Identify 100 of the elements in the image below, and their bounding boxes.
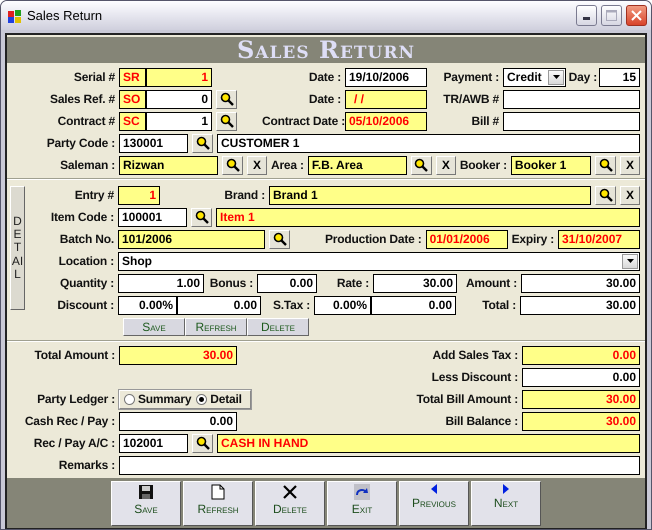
date-field[interactable]: / / (345, 90, 427, 108)
contract-date-field[interactable]: 05/10/2006 (345, 112, 427, 130)
sales-ref-field[interactable]: 0 (146, 90, 212, 108)
clear-button[interactable]: X (620, 186, 640, 204)
maximize-button[interactable] (601, 5, 622, 26)
app-icon (7, 8, 23, 24)
day-field[interactable]: 15 (599, 68, 640, 86)
cash-field[interactable]: 0.00 (119, 412, 237, 430)
quantity-field[interactable]: 1.00 (118, 274, 204, 292)
total-bill-field[interactable]: 30.00 (522, 390, 640, 408)
radio-label[interactable]: Detail (210, 392, 242, 406)
field-label: Expiry : (512, 232, 554, 246)
action-button[interactable]: Refresh (185, 318, 247, 336)
party-name-field[interactable]: CUSTOMER 1 (217, 134, 640, 152)
search-icon (194, 210, 208, 224)
tr-awb-field[interactable] (503, 90, 640, 108)
field-label: Payment : (442, 70, 499, 84)
search-icon (220, 114, 234, 128)
field-label: Total : (481, 298, 516, 312)
close-button[interactable] (626, 5, 647, 26)
account-name-field[interactable]: CASH IN HAND (217, 434, 640, 452)
field-label: Area : (271, 158, 304, 172)
exit-button[interactable]: Exit (327, 480, 397, 526)
delete-button[interactable]: Delete (255, 480, 325, 526)
total-field[interactable]: 30.00 (520, 296, 640, 314)
rate-field[interactable]: 30.00 (373, 274, 457, 292)
bill-balance-field[interactable]: 30.00 (522, 412, 640, 430)
clear-button[interactable]: X (620, 156, 640, 174)
next-button[interactable]: Next (471, 480, 541, 526)
search-icon (598, 158, 612, 172)
search-button[interactable] (191, 208, 212, 226)
search-button[interactable] (595, 156, 616, 174)
amount-field[interactable]: 30.00 (521, 274, 640, 292)
caret-icon (552, 75, 560, 79)
tax-percent-field[interactable]: 0.00% (314, 296, 371, 314)
clear-button[interactable]: X (247, 156, 267, 174)
search-button[interactable] (216, 90, 237, 108)
discount-percent-field[interactable]: 0.00% (118, 296, 177, 314)
field-label: Party Ledger : (36, 392, 115, 406)
caret-icon (626, 259, 634, 263)
account-code-field[interactable]: 102001 (119, 434, 188, 452)
action-button[interactable]: Delete (247, 318, 309, 336)
search-icon (226, 158, 240, 172)
batch-field[interactable]: 101/2006 (118, 230, 265, 248)
field-label: Discount : (56, 298, 114, 312)
production-date-field[interactable]: 01/01/2006 (426, 230, 508, 248)
radio-label[interactable]: Summary (138, 392, 192, 406)
total-amount-field[interactable]: 30.00 (119, 346, 237, 364)
field-label: Item Code : (50, 210, 114, 224)
tax-field[interactable]: 0.00 (371, 296, 456, 314)
booker-field[interactable]: Booker 1 (510, 156, 591, 174)
search-button[interactable] (595, 186, 616, 204)
field-label: Sales Ref. # (49, 92, 115, 106)
action-button[interactable]: Save (123, 318, 185, 336)
discount-field[interactable]: 0.00 (522, 368, 640, 386)
minimize-button[interactable] (576, 5, 597, 26)
prefix-field[interactable]: SO (119, 90, 146, 108)
field-label: Quantity : (59, 276, 114, 290)
previous-button[interactable]: Previous (399, 480, 469, 526)
date-field[interactable]: 19/10/2006 (345, 68, 427, 86)
field-label: Saleman : (59, 158, 115, 172)
save-button[interactable]: Save (111, 480, 181, 526)
bill-field[interactable] (503, 112, 640, 130)
sales-tax-field[interactable]: 0.00 (522, 346, 640, 364)
search-button[interactable] (410, 156, 432, 174)
entry-field[interactable]: 1 (118, 186, 160, 204)
search-icon (272, 232, 286, 246)
area-field[interactable]: F.B. Area (308, 156, 407, 174)
field-label: Total Bill Amount : (416, 392, 518, 406)
detail-tab[interactable]: DETAIL (10, 186, 25, 310)
item-code-field[interactable]: 100001 (118, 208, 187, 226)
radio-button[interactable] (124, 394, 135, 404)
maximize-icon (606, 10, 617, 21)
prefix-field[interactable]: SC (119, 112, 146, 130)
field-label: S.Tax : (272, 298, 310, 312)
field-label: Contract # (56, 114, 115, 128)
saleman-field[interactable]: Rizwan (119, 156, 218, 174)
location-dropdown[interactable]: Shop (118, 252, 640, 270)
field-label: Remarks : (58, 458, 115, 472)
contract-field[interactable]: 1 (146, 112, 212, 130)
prefix-field[interactable]: SR (119, 68, 146, 86)
serial-field[interactable]: 1 (146, 68, 212, 86)
search-button[interactable] (216, 112, 237, 130)
expiry-field[interactable]: 31/10/2007 (558, 230, 640, 248)
refresh-button[interactable]: Refresh (183, 480, 253, 526)
payment-dropdown[interactable]: Credit (503, 68, 566, 86)
clear-button[interactable]: X (436, 156, 456, 174)
search-button[interactable] (192, 434, 213, 452)
search-icon (196, 436, 210, 450)
field-label: Bill # (470, 114, 499, 128)
radio-button[interactable] (196, 394, 208, 404)
bonus-field[interactable]: 0.00 (257, 274, 317, 292)
search-button[interactable] (192, 134, 213, 152)
party-code-field[interactable]: 130001 (119, 134, 188, 152)
remarks-field[interactable] (119, 456, 640, 474)
item-name-field[interactable]: Item 1 (216, 208, 640, 226)
search-button[interactable] (269, 230, 290, 248)
search-button[interactable] (222, 156, 243, 174)
discount-field[interactable]: 0.00 (177, 296, 261, 314)
brand-field[interactable]: Brand 1 (269, 186, 591, 204)
